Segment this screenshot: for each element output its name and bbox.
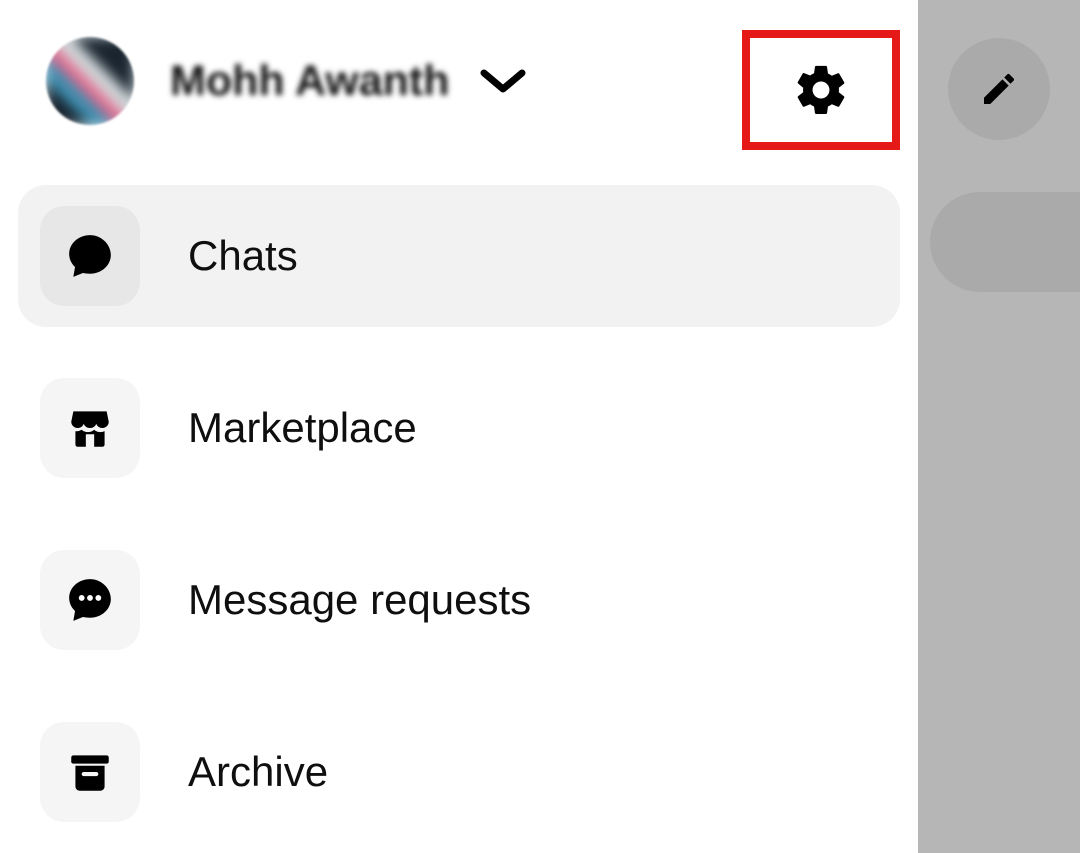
pencil-icon bbox=[979, 69, 1019, 109]
message-requests-icon bbox=[65, 575, 115, 625]
username-label: Mohh Awanth bbox=[170, 57, 449, 106]
menu-label: Chats bbox=[188, 232, 298, 280]
gear-icon bbox=[792, 61, 850, 119]
menu-label: Archive bbox=[188, 748, 328, 796]
store-icon bbox=[65, 403, 115, 453]
menu-item-chats[interactable]: Chats bbox=[18, 185, 900, 327]
search-pill-partial[interactable] bbox=[930, 192, 1080, 292]
icon-wrap bbox=[40, 722, 140, 822]
user-avatar[interactable] bbox=[46, 37, 134, 125]
icon-wrap bbox=[40, 206, 140, 306]
menu-item-marketplace[interactable]: Marketplace bbox=[18, 357, 900, 499]
menu-label: Marketplace bbox=[188, 404, 417, 452]
chevron-down-icon bbox=[480, 67, 526, 95]
settings-button[interactable] bbox=[742, 30, 900, 150]
main-conversation-panel bbox=[918, 0, 1080, 853]
compose-button[interactable] bbox=[948, 38, 1050, 140]
sidebar-header: Mohh Awanth bbox=[18, 35, 900, 127]
chat-icon bbox=[65, 231, 115, 281]
menu-item-archive[interactable]: Archive bbox=[18, 701, 900, 843]
account-switcher-button[interactable] bbox=[473, 51, 533, 111]
archive-icon bbox=[65, 747, 115, 797]
menu-label: Message requests bbox=[188, 576, 531, 624]
menu-item-message-requests[interactable]: Message requests bbox=[18, 529, 900, 671]
icon-wrap bbox=[40, 378, 140, 478]
chats-sidebar: Mohh Awanth Chats bbox=[0, 0, 918, 853]
icon-wrap bbox=[40, 550, 140, 650]
sidebar-menu: Chats Marketplace Message requests bbox=[18, 185, 900, 843]
